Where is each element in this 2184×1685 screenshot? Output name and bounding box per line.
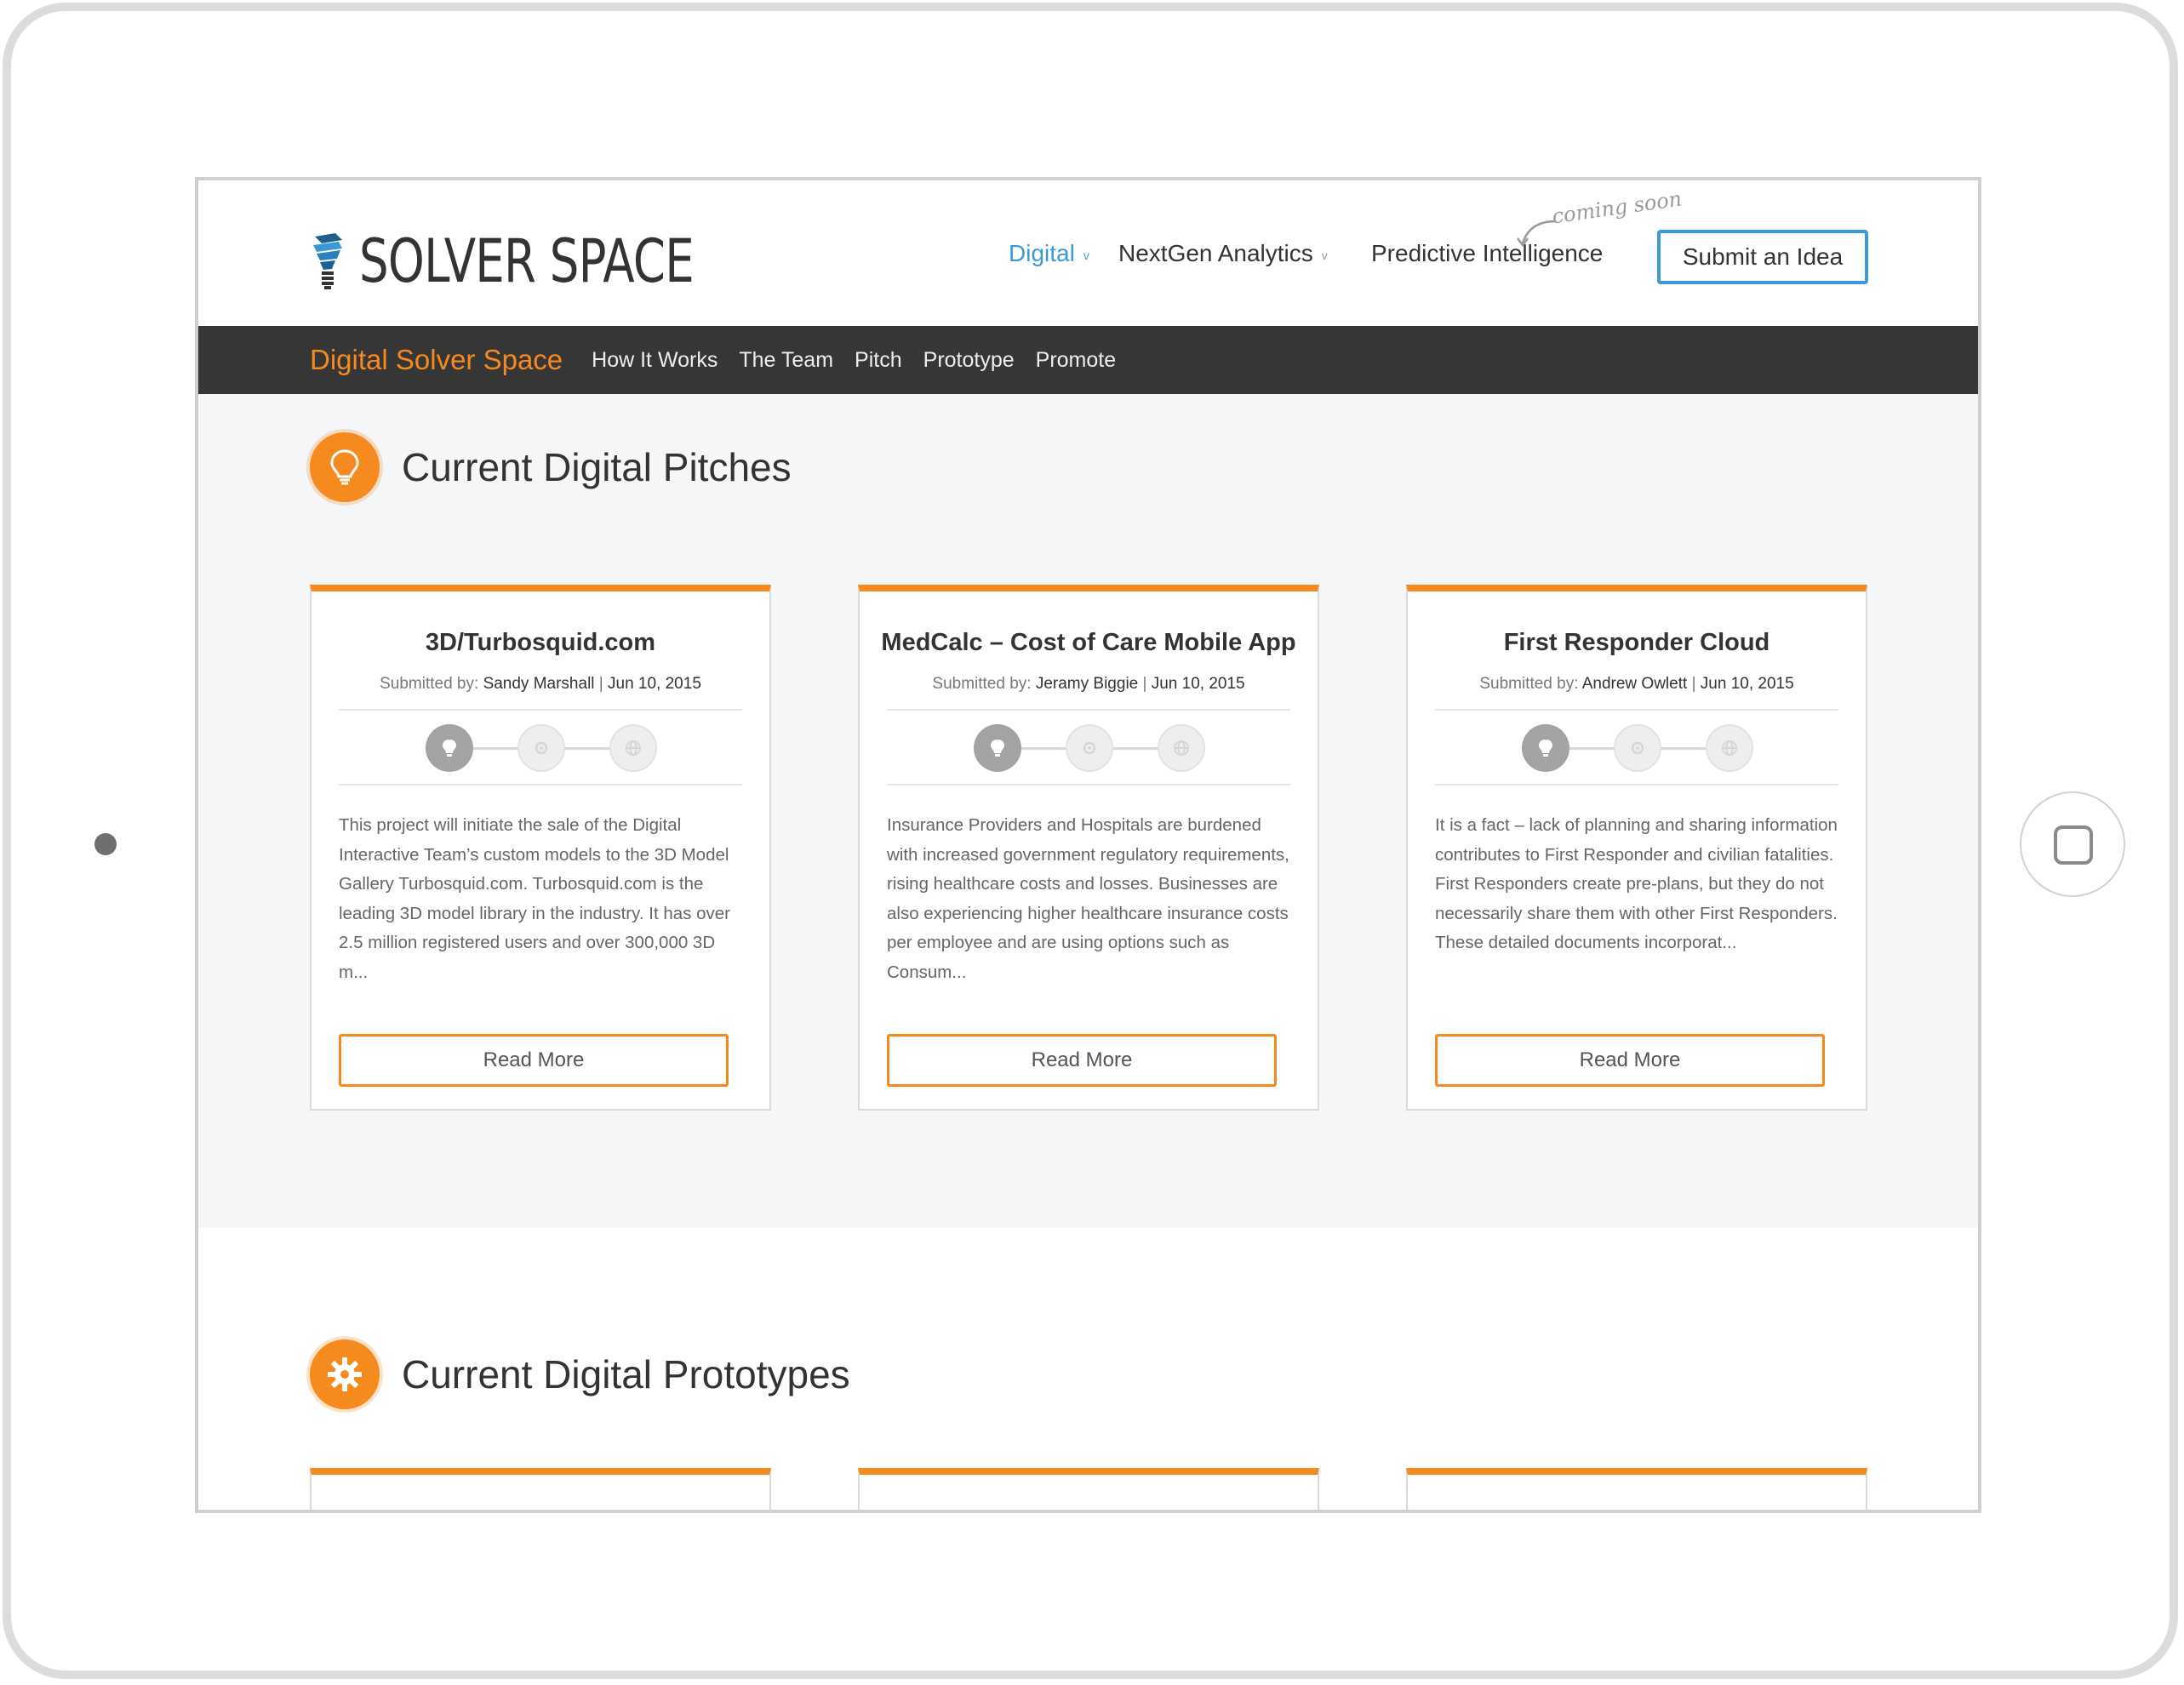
- pitches-title: Current Digital Pitches: [402, 445, 792, 489]
- nav-item-predictive-intelligence[interactable]: Predictive Intelligence: [1371, 240, 1603, 267]
- subnav-link-promote[interactable]: Promote: [1036, 348, 1116, 373]
- stage-progress: [974, 724, 1205, 772]
- divider: [887, 709, 1290, 711]
- pitch-date: Jun 10, 2015: [608, 675, 701, 693]
- stage-progress: [1522, 724, 1753, 772]
- prototype-card: [858, 1468, 1319, 1510]
- lightbulb-icon: [310, 432, 380, 502]
- site-header: SOLVER SPACE Digital v NextGen Analytics…: [198, 180, 1978, 326]
- lightbulb-stage-icon: [426, 724, 473, 772]
- pitch-date: Jun 10, 2015: [1700, 675, 1794, 693]
- meta-separator: |: [598, 675, 603, 693]
- pitch-excerpt: It is a fact – lack of planning and shar…: [1435, 815, 1838, 952]
- subnav-link-the-team[interactable]: The Team: [739, 348, 833, 373]
- pitches-section: Current Digital Pitches 3D/Turbosquid.co…: [198, 394, 1978, 1228]
- meta-separator: |: [1142, 675, 1147, 693]
- subnav-link-prototype[interactable]: Prototype: [923, 348, 1015, 373]
- section-subnav: Digital Solver Space How It Works The Te…: [198, 326, 1978, 394]
- pitch-title[interactable]: MedCalc – Cost of Care Mobile App: [860, 629, 1318, 657]
- globe-stage-icon: [1158, 724, 1205, 772]
- divider: [339, 709, 742, 711]
- pitch-date: Jun 10, 2015: [1151, 675, 1245, 693]
- gear-stage-icon: [1614, 724, 1661, 772]
- pitch-title[interactable]: 3D/Turbosquid.com: [312, 629, 769, 657]
- subnav-link-pitch[interactable]: Pitch: [855, 348, 902, 373]
- pitch-meta: Submitted by: Sandy Marshall | Jun 10, 2…: [312, 675, 769, 694]
- pitch-card: First Responder Cloud Submitted by: Andr…: [1406, 585, 1867, 1111]
- read-more-button[interactable]: Read More: [887, 1034, 1277, 1087]
- top-nav: Digital v NextGen Analytics v Predictive…: [198, 180, 1978, 326]
- lightbulb-stage-icon: [1522, 724, 1569, 772]
- home-square-icon: [2054, 825, 2093, 865]
- nav-label: Digital: [1009, 240, 1075, 266]
- coming-soon-note: coming soon: [1550, 186, 1684, 229]
- browser-screen: SOLVER SPACE Digital v NextGen Analytics…: [195, 177, 1981, 1513]
- nav-label: Predictive Intelligence: [1371, 240, 1604, 266]
- divider: [887, 784, 1290, 785]
- pitch-card: MedCalc – Cost of Care Mobile App Submit…: [858, 585, 1319, 1111]
- chevron-down-icon: v: [1321, 248, 1328, 262]
- gear-stage-icon: [1066, 724, 1113, 772]
- nav-item-nextgen-analytics[interactable]: NextGen Analytics v: [1118, 240, 1328, 267]
- pitch-title[interactable]: First Responder Cloud: [1408, 629, 1866, 657]
- pitch-meta: Submitted by: Jeramy Biggie | Jun 10, 20…: [860, 675, 1318, 694]
- submitted-prefix: Submitted by:: [932, 675, 1032, 693]
- chevron-down-icon: v: [1083, 248, 1089, 262]
- gear-stage-icon: [517, 724, 565, 772]
- home-button[interactable]: [2020, 791, 2125, 897]
- pitch-author: Andrew Owlett: [1581, 675, 1688, 693]
- pitches-heading: Current Digital Pitches: [310, 432, 792, 502]
- pitch-meta: Submitted by: Andrew Owlett | Jun 10, 20…: [1408, 675, 1866, 694]
- stage-progress: [426, 724, 657, 772]
- submitted-prefix: Submitted by:: [1479, 675, 1579, 693]
- read-more-button[interactable]: Read More: [339, 1034, 729, 1087]
- prototypes-title: Current Digital Prototypes: [402, 1352, 850, 1397]
- read-more-button[interactable]: Read More: [1435, 1034, 1825, 1087]
- globe-stage-icon: [1706, 724, 1753, 772]
- pitch-author: Jeramy Biggie: [1035, 675, 1139, 693]
- pitch-author: Sandy Marshall: [483, 675, 595, 693]
- submit-idea-button[interactable]: Submit an Idea: [1657, 230, 1868, 284]
- pitch-excerpt: This project will initiate the sale of t…: [339, 815, 730, 982]
- divider: [339, 784, 742, 785]
- lightbulb-stage-icon: [974, 724, 1021, 772]
- prototypes-heading: Current Digital Prototypes: [310, 1339, 850, 1409]
- prototype-card: [1406, 1468, 1867, 1510]
- pitch-card: 3D/Turbosquid.com Submitted by: Sandy Ma…: [310, 585, 771, 1111]
- camera-dot: [94, 833, 117, 855]
- gear-icon: [310, 1339, 380, 1409]
- prototypes-section: Current Digital Prototypes: [198, 1228, 1978, 1510]
- divider: [1435, 709, 1838, 711]
- subnav-brand[interactable]: Digital Solver Space: [310, 344, 563, 376]
- pitch-excerpt: Insurance Providers and Hospitals are bu…: [887, 815, 1289, 982]
- submitted-prefix: Submitted by:: [380, 675, 479, 693]
- meta-separator: |: [1691, 675, 1696, 693]
- nav-label: NextGen Analytics: [1118, 240, 1313, 266]
- prototype-card: [310, 1468, 771, 1510]
- nav-item-digital[interactable]: Digital v: [1009, 240, 1089, 267]
- globe-stage-icon: [609, 724, 657, 772]
- divider: [1435, 784, 1838, 785]
- subnav-link-how-it-works[interactable]: How It Works: [592, 348, 718, 373]
